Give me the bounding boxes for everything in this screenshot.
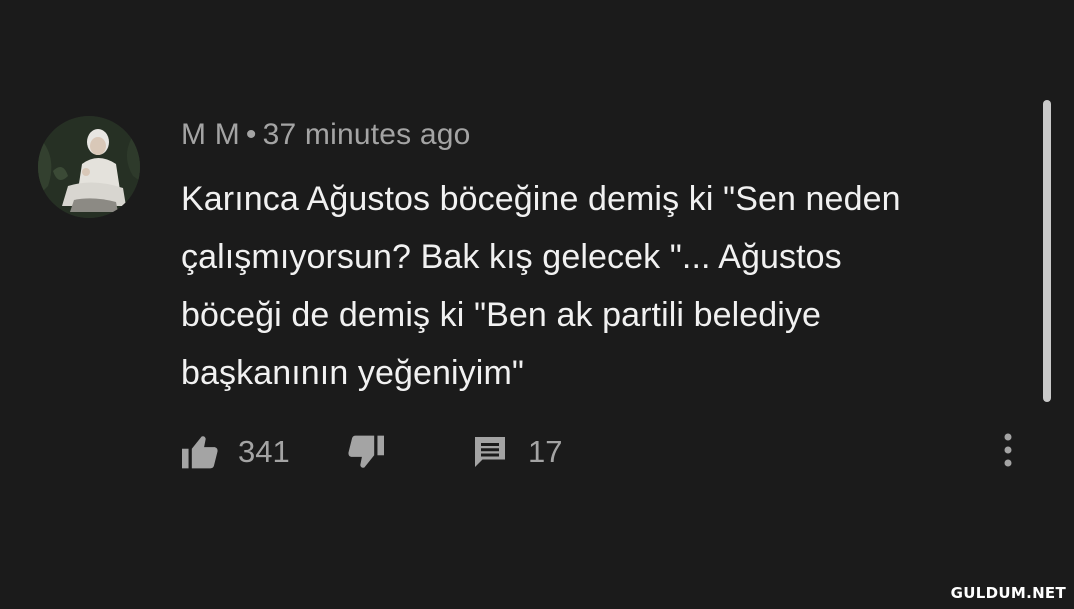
comment-line: Karınca Ağustos böceğine demiş ki "Sen n… — [181, 180, 901, 218]
reply-count: 17 — [528, 434, 563, 469]
thumbs-down-icon — [346, 434, 386, 470]
author-name[interactable]: M M — [181, 118, 240, 151]
avatar-image — [38, 116, 140, 218]
comment-screen: M M • 37 minutes ago Karınca Ağustos böceğ… — [0, 0, 1074, 609]
comment-timestamp[interactable]: 37 minutes ago — [263, 118, 471, 151]
comment-meta: M M • 37 minutes ago — [181, 118, 471, 152]
comment-body: Karınca Ağustos böceğine demiş ki "Sen n… — [181, 170, 1021, 402]
like-button[interactable]: 341 — [180, 432, 290, 472]
thumbs-up-icon — [180, 434, 220, 470]
like-count: 341 — [238, 434, 290, 469]
comment-line: başkanının yeğeniyim" — [181, 354, 525, 392]
comment-line: çalışmıyorsun? Bak kış gelecek "... Ağus… — [181, 238, 842, 276]
more-options-button[interactable] — [998, 432, 1018, 470]
more-vertical-icon — [998, 433, 1018, 474]
comment-line: böceği de demiş ki "Ben ak partili beled… — [181, 296, 822, 334]
watermark: GULDUM.NET — [948, 583, 1068, 603]
meta-separator: • — [245, 118, 257, 151]
avatar[interactable] — [38, 116, 140, 218]
reply-button[interactable]: 17 — [472, 432, 562, 472]
comment-icon — [472, 434, 508, 470]
scrollbar[interactable] — [1043, 100, 1051, 402]
dislike-button[interactable] — [346, 432, 386, 472]
